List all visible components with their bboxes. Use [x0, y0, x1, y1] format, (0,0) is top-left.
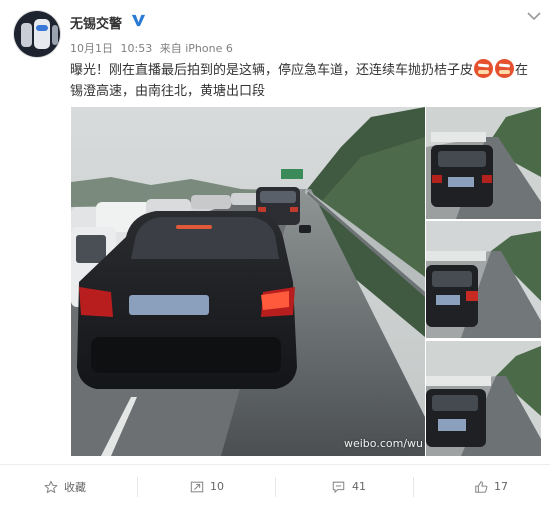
divider: [275, 477, 276, 497]
weibo-watermark: weibo.com/wu: [343, 437, 423, 450]
post-time[interactable]: 10:53: [121, 42, 153, 55]
angry-face-icon: [495, 59, 515, 78]
weibo-post-card: 无锡交警 10月1日 10:53 来自 iPhone 6 曝光！刚在直播最后拍到…: [0, 0, 550, 508]
photo-thumb-2-image: [426, 221, 541, 338]
repost-count: 10: [210, 480, 224, 493]
author-avatar[interactable]: [14, 11, 60, 57]
photo-thumb-3-image: [426, 341, 541, 456]
divider: [137, 477, 138, 497]
photo-thumb-3[interactable]: [426, 341, 541, 456]
repost-icon: [190, 481, 204, 492]
comment-icon: [332, 481, 345, 493]
post-source: iPhone 6: [185, 42, 233, 55]
chevron-down-icon[interactable]: [526, 10, 542, 22]
thumbs-up-icon: [475, 480, 488, 493]
favorite-label: 收藏: [64, 480, 86, 494]
favorite-button[interactable]: 收藏: [44, 465, 86, 508]
post-date[interactable]: 10月1日: [70, 42, 113, 55]
photo-thumb-1[interactable]: [426, 107, 541, 219]
photo-main[interactable]: weibo.com/wu: [71, 107, 425, 456]
photo-main-image: [71, 107, 425, 456]
author-name[interactable]: 无锡交警: [70, 13, 122, 32]
star-icon: [44, 480, 58, 493]
like-button[interactable]: 17: [474, 465, 508, 508]
verified-badge-icon: [131, 14, 146, 27]
comment-button[interactable]: 41: [331, 465, 366, 508]
comment-count: 41: [352, 480, 366, 493]
angry-face-icon: [474, 59, 494, 78]
post-text-main: 曝光！刚在直播最后拍到的是这辆，停应急车道，还连续车抛扔桔子皮: [70, 63, 474, 78]
post-meta: 10月1日 10:53 来自 iPhone 6: [70, 40, 237, 56]
photo-thumb-2[interactable]: [426, 221, 541, 338]
source-prefix: 来自: [159, 42, 182, 55]
like-count: 17: [494, 480, 508, 493]
action-bar: 收藏 10 41 17: [0, 464, 550, 508]
photo-thumb-1-image: [426, 107, 541, 219]
divider: [413, 477, 414, 497]
post-text: 曝光！刚在直播最后拍到的是这辆，停应急车道，还连续车抛扔桔子皮 在锡澄高速，由南往…: [70, 59, 540, 102]
repost-button[interactable]: 10: [190, 465, 224, 508]
